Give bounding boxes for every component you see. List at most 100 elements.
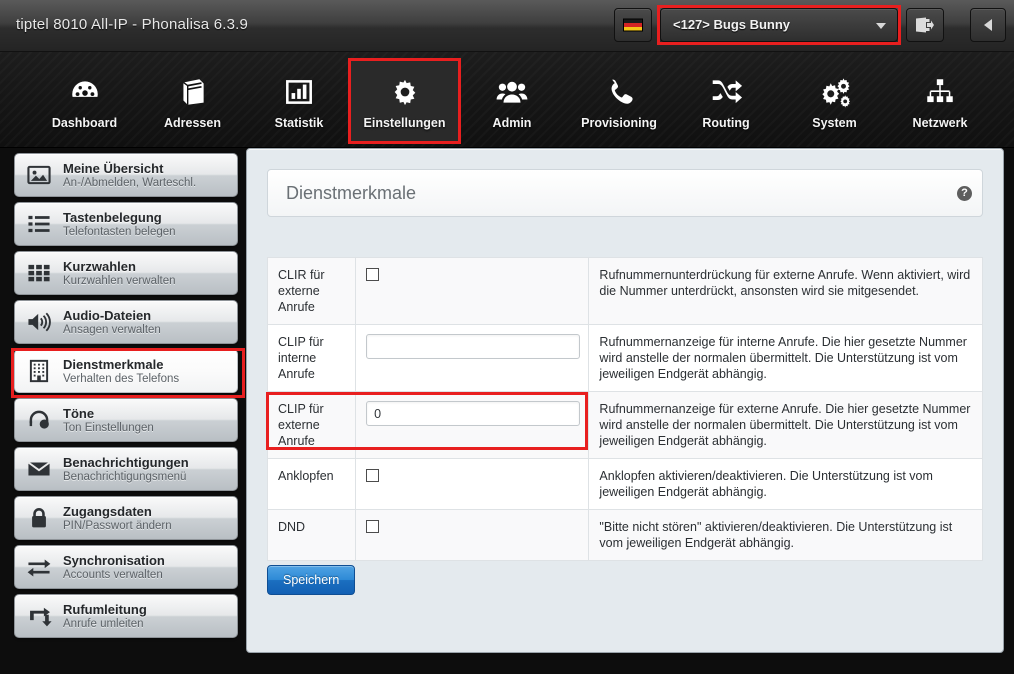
table-row: CLIP für interne Anrufe Rufnummernanzeige…	[268, 325, 983, 392]
users-icon	[495, 70, 529, 114]
row-label: CLIR für externe Anrufe	[268, 258, 356, 325]
row-description: Rufnummernanzeige für interne Anrufe. Di…	[589, 325, 983, 392]
grid-icon	[23, 258, 55, 288]
sidebar-item-subtitle: PIN/Passwort ändern	[63, 519, 172, 533]
nav-item-label: Adressen	[164, 116, 221, 130]
nav-item-label: Statistik	[275, 116, 324, 130]
row-control-cell	[356, 258, 589, 325]
sidebar-item-subtitle: Ton Einstellungen	[63, 421, 154, 435]
sidebar-item-tastenbelegung[interactable]: Tastenbelegung Telefontasten belegen	[14, 202, 238, 246]
sidebar-item-zugangsdaten[interactable]: Zugangsdaten PIN/Passwort ändern	[14, 496, 238, 540]
logout-icon	[916, 18, 934, 33]
sidebar-item-synchronisation[interactable]: Synchronisation Accounts verwalten	[14, 545, 238, 589]
row-control-cell	[356, 392, 589, 459]
nav-item-label: Dashboard	[52, 116, 117, 130]
row-label: CLIP für externe Anrufe	[268, 392, 356, 459]
nav-item-label: Admin	[493, 116, 532, 130]
phone-icon	[602, 70, 636, 114]
table-row: DND"Bitte nicht stören" aktivieren/deakt…	[268, 510, 983, 561]
sitemap-icon	[923, 70, 957, 114]
sidebar-item-title: Rufumleitung	[63, 602, 147, 617]
nav-item-label: Provisioning	[581, 116, 657, 130]
envelope-icon	[23, 454, 55, 484]
row-label: CLIP für interne Anrufe	[268, 325, 356, 392]
sidebar-item-subtitle: Benachrichtigungsmenü	[63, 470, 189, 484]
gears-icon	[818, 70, 852, 114]
gauge-icon	[68, 70, 102, 114]
sidebar-item-dienstmerkmale[interactable]: Dienstmerkmale Verhalten des Telefons	[14, 349, 238, 393]
sidebar-item-subtitle: Verhalten des Telefons	[63, 372, 179, 386]
sidebar-item-subtitle: Accounts verwalten	[63, 568, 165, 582]
input-clip-f-r-externe-anrufe[interactable]	[366, 401, 580, 426]
main-stage: Meine Übersicht An-/Abmelden, Warteschl.…	[10, 148, 1004, 660]
nav-item-system[interactable]: System	[792, 58, 877, 144]
chevron-down-icon	[876, 23, 886, 29]
nav-item-netzwerk[interactable]: Netzwerk	[890, 58, 990, 144]
row-control-cell	[356, 459, 589, 510]
nav-item-label: Routing	[702, 116, 749, 130]
sidebar-item-t-ne[interactable]: Töne Ton Einstellungen	[14, 398, 238, 442]
sidebar-item-title: Audio-Dateien	[63, 308, 161, 323]
gear-icon	[388, 70, 422, 114]
sidebar-item-title: Meine Übersicht	[63, 161, 196, 176]
list-icon	[23, 209, 55, 239]
sidebar-item-title: Kurzwahlen	[63, 259, 176, 274]
nav-item-admin[interactable]: Admin	[464, 58, 560, 144]
app-title: tiptel 8010 All-IP - Phonalisa 6.3.9	[16, 16, 248, 33]
sidebar-item-kurzwahlen[interactable]: Kurzwahlen Kurzwahlen verwalten	[14, 251, 238, 295]
user-dropdown-label: <127> Bugs Bunny	[673, 17, 790, 32]
nav-item-label: Einstellungen	[364, 116, 446, 130]
row-description: Rufnummernunterdrückung für externe Anru…	[589, 258, 983, 325]
logout-button[interactable]	[906, 8, 944, 42]
headphones-icon	[23, 405, 55, 435]
checkbox-anklopfen[interactable]	[366, 469, 379, 482]
sidebar-item-title: Tastenbelegung	[63, 210, 176, 225]
nav-item-routing[interactable]: Routing	[684, 58, 768, 144]
exchange-icon	[23, 552, 55, 582]
sidebar-item-subtitle: Ansagen verwalten	[63, 323, 161, 337]
top-bar: tiptel 8010 All-IP - Phonalisa 6.3.9 <12…	[0, 0, 1014, 52]
nav-item-provisioning[interactable]: Provisioning	[560, 58, 678, 144]
nav-item-adressen[interactable]: Adressen	[140, 58, 245, 144]
row-control-cell	[356, 325, 589, 392]
panel-header: Dienstmerkmale ?	[267, 169, 983, 217]
language-flag-button[interactable]	[614, 8, 652, 42]
bar-chart-icon	[282, 70, 316, 114]
nav-item-dashboard[interactable]: Dashboard	[32, 58, 137, 144]
help-icon[interactable]: ?	[957, 186, 972, 201]
checkbox-dnd[interactable]	[366, 520, 379, 533]
sidebar-item-title: Dienstmerkmale	[63, 357, 179, 372]
row-control-cell	[356, 510, 589, 561]
row-description: "Bitte nicht stören" aktivieren/deaktivi…	[589, 510, 983, 561]
lock-icon	[23, 503, 55, 533]
sidebar-item-benachrichtigungen[interactable]: Benachrichtigungen Benachrichtigungsmenü	[14, 447, 238, 491]
table-row: CLIP für externe Anrufe Rufnummernanzeige…	[268, 392, 983, 459]
sidebar-item-subtitle: Telefontasten belegen	[63, 225, 176, 239]
input-clip-f-r-interne-anrufe[interactable]	[366, 334, 580, 359]
building-icon	[23, 356, 55, 386]
chevron-left-icon	[984, 19, 992, 31]
sidebar-item-subtitle: Kurzwahlen verwalten	[63, 274, 176, 288]
sidebar-item-subtitle: Anrufe umleiten	[63, 617, 147, 631]
speaker-icon	[23, 307, 55, 337]
row-description: Rufnummernanzeige für externe Anrufe. Di…	[589, 392, 983, 459]
forward-icon	[23, 601, 55, 631]
sidebar-item-audio-dateien[interactable]: Audio-Dateien Ansagen verwalten	[14, 300, 238, 344]
checkbox-clir-f-r-externe-anrufe[interactable]	[366, 268, 379, 281]
user-dropdown[interactable]: <127> Bugs Bunny	[660, 8, 898, 42]
sidebar-item-subtitle: An-/Abmelden, Warteschl.	[63, 176, 196, 190]
settings-sidebar: Meine Übersicht An-/Abmelden, Warteschl.…	[14, 153, 238, 643]
sidebar-item-title: Töne	[63, 406, 154, 421]
features-table: CLIR für externe Anrufe Rufnummernunterdr…	[267, 257, 983, 561]
sidebar-item-rufumleitung[interactable]: Rufumleitung Anrufe umleiten	[14, 594, 238, 638]
nav-item-einstellungen[interactable]: Einstellungen	[348, 58, 461, 144]
page-title: Dienstmerkmale	[286, 183, 416, 204]
sidebar-item-meine-bersicht[interactable]: Meine Übersicht An-/Abmelden, Warteschl.	[14, 153, 238, 197]
save-button[interactable]: Speichern	[267, 565, 355, 595]
shuffle-icon	[709, 70, 743, 114]
nav-item-statistik[interactable]: Statistik	[256, 58, 342, 144]
content-panel: Dienstmerkmale ? CLIR für externe Anrufe…	[246, 148, 1004, 653]
collapse-panel-button[interactable]	[970, 8, 1006, 42]
main-navigation-bar: Dashboard Adressen Statistik Einstellung…	[0, 52, 1014, 148]
table-row: CLIR für externe Anrufe Rufnummernunterdr…	[268, 258, 983, 325]
